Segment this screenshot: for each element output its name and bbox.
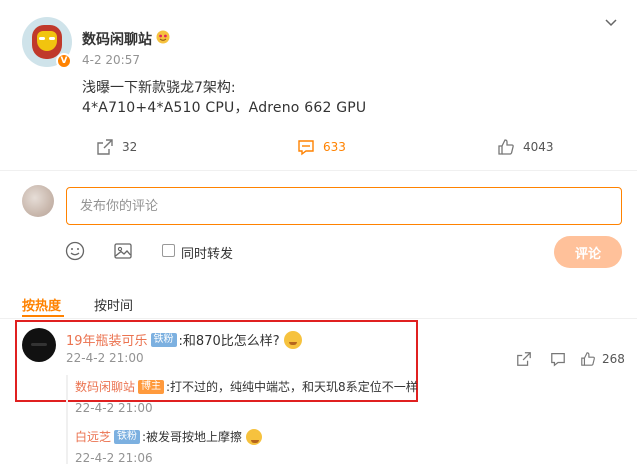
active-tab-indicator (22, 315, 64, 317)
comment-like-button[interactable]: 268 (580, 351, 625, 367)
comment-input-wrapper[interactable] (66, 187, 622, 225)
comment-button[interactable]: 633 (297, 136, 346, 158)
comment-reply-button[interactable] (550, 351, 566, 367)
reply-author-name[interactable]: 白远芝 (75, 428, 111, 445)
comment-text: :和870比怎么样? (178, 334, 280, 349)
tab-sort-hot[interactable]: 按热度 (22, 295, 61, 314)
laughing-emoji-icon (246, 428, 263, 445)
reply-text: :打不过的，纯纯中端芯，和天玑8系定位不一样 (166, 380, 418, 394)
author-emoji-icon (156, 30, 170, 48)
reply-thread-bar (66, 375, 68, 464)
comment-row: 19年瓶装可乐 铁粉 :和870比怎么样? (66, 330, 302, 349)
comment-icon (298, 140, 314, 156)
image-icon[interactable] (113, 241, 133, 261)
commenter-name[interactable]: 19年瓶装可乐 (66, 330, 148, 349)
tab-sort-time[interactable]: 按时间 (94, 295, 133, 314)
reply-timestamp: 22-4-2 21:00 (75, 401, 153, 415)
reply-timestamp: 22-4-2 21:06 (75, 451, 153, 464)
comment-like-count: 268 (602, 352, 625, 366)
repost-button[interactable]: 32 (96, 136, 137, 158)
current-user-avatar[interactable] (22, 185, 54, 217)
post-author-name[interactable]: 数码闲聊站 (82, 29, 152, 49)
repost-count: 32 (122, 140, 138, 154)
reply-text: :被发哥按地上摩擦 (142, 430, 243, 444)
share-icon (97, 139, 113, 155)
post-text-line1: 浅曝一下新款骁龙7架构: (82, 80, 236, 96)
divider (0, 170, 637, 171)
divider (0, 318, 637, 319)
post-text-line2: 4*A710+4*A510 CPU，Adreno 662 GPU (82, 100, 367, 116)
comment-input[interactable] (67, 188, 621, 224)
reply-author-name[interactable]: 数码闲聊站 (75, 378, 135, 395)
thumbs-up-icon (581, 352, 595, 366)
author-badge: 博主 (138, 379, 165, 394)
thinking-emoji-icon (283, 330, 302, 349)
thumbs-up-icon (498, 139, 514, 155)
repost-checkbox[interactable] (162, 244, 175, 257)
chevron-down-icon[interactable] (604, 15, 618, 29)
avatar-eye-left (39, 37, 45, 40)
comment-icon (551, 353, 565, 367)
emoji-icon[interactable] (65, 241, 85, 261)
reply-row: 数码闲聊站 博主 :打不过的，纯纯中端芯，和天玑8系定位不一样 (75, 378, 418, 395)
comment-count: 633 (323, 140, 346, 154)
fan-badge: 铁粉 (114, 429, 141, 444)
post-timestamp[interactable]: 4-2 20:57 (82, 53, 140, 67)
like-count: 4043 (523, 140, 554, 154)
like-button[interactable]: 4043 (497, 136, 554, 158)
fan-badge: 铁粉 (150, 332, 177, 347)
verified-badge-icon: V (56, 53, 72, 69)
submit-comment-button[interactable]: 评论 (554, 236, 622, 268)
avatar-mark (31, 343, 47, 346)
comment-timestamp: 22-4-2 21:00 (66, 351, 144, 365)
avatar-eye-right (49, 37, 55, 40)
reply-row: 白远芝 铁粉 :被发哥按地上摩擦 (75, 428, 263, 445)
comment-share-button[interactable] (516, 351, 532, 367)
repost-checkbox-label[interactable]: 同时转发 (181, 243, 233, 262)
commenter-avatar[interactable] (22, 328, 56, 362)
avatar-faceplate (37, 31, 57, 51)
share-icon (517, 352, 531, 366)
